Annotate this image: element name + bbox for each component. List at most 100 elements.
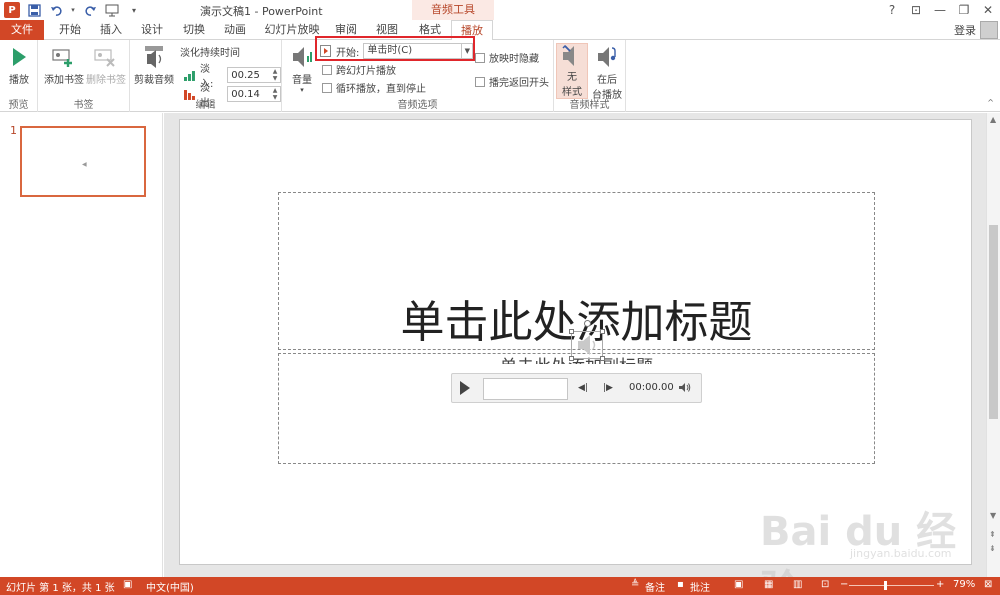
subtitle-placeholder[interactable]: 单击此处添加副标题 xyxy=(278,353,875,464)
play-button[interactable]: 播放 xyxy=(4,43,34,86)
player-volume-icon[interactable] xyxy=(678,382,691,396)
language-status[interactable]: 中文(中国) xyxy=(146,579,194,594)
zoom-level[interactable]: 79% xyxy=(953,579,975,590)
play-across-slides-label: 跨幻灯片播放 xyxy=(336,66,396,77)
group-label-audio-styles: 音频样式 xyxy=(569,100,610,111)
tab-design[interactable]: 设计 xyxy=(134,20,170,40)
slide-count-status: 幻灯片 第 1 张，共 1 张 xyxy=(6,583,115,594)
login-link[interactable]: 登录 xyxy=(954,22,976,38)
save-icon[interactable] xyxy=(26,2,42,18)
scrollbar-thumb[interactable] xyxy=(989,225,998,419)
scroll-up-icon[interactable]: ▲ xyxy=(990,115,996,124)
next-slide-icon[interactable]: ⇟ xyxy=(989,544,996,553)
zoom-slider-knob[interactable] xyxy=(884,581,887,590)
slide-sorter-icon[interactable]: ▦ xyxy=(764,579,773,590)
undo-dropdown-icon[interactable]: ▾ xyxy=(70,2,76,18)
quick-access-toolbar: P ▾ ▾ xyxy=(0,0,142,20)
rewind-label: 播完返回开头 xyxy=(489,78,549,89)
fit-slide-icon[interactable]: ⊠ xyxy=(984,579,992,590)
play-in-background-button[interactable]: 在后 台播放 xyxy=(590,43,624,101)
zoom-slider[interactable] xyxy=(849,585,934,586)
powerpoint-logo-icon[interactable]: P xyxy=(4,2,20,18)
add-bookmark-icon xyxy=(49,43,79,71)
fade-duration-title: 淡化持续时间 xyxy=(180,48,240,59)
resize-handle[interactable] xyxy=(600,329,605,334)
title-bar: P ▾ ▾ 演示文稿1 - PowerPoint 音频工具 ? ⊡ — ❐ ✕ xyxy=(0,0,1000,20)
window-title: 演示文稿1 - PowerPoint xyxy=(200,5,323,18)
tab-transitions[interactable]: 切换 xyxy=(176,20,212,40)
remove-bookmark-icon xyxy=(91,43,121,71)
player-rewind-icon[interactable]: ◀| xyxy=(578,383,588,393)
vertical-scrollbar[interactable]: ▲ ▼ ⇞ ⇟ xyxy=(986,113,1000,577)
tab-slideshow[interactable]: 幻灯片放映 xyxy=(262,20,322,40)
customize-qat-icon[interactable]: ▾ xyxy=(126,2,142,18)
resize-handle[interactable] xyxy=(569,356,574,361)
group-editing: 剪裁音频 淡化持续时间 淡入: 00.25 ▲ ▼ 淡出: 00.14 ▲ ▼ 编辑 xyxy=(130,40,282,112)
resize-handle[interactable] xyxy=(569,329,574,334)
redo-icon[interactable] xyxy=(82,2,98,18)
player-play-icon[interactable] xyxy=(459,380,473,398)
add-bookmark-button[interactable]: 添加书签 xyxy=(42,43,86,86)
group-preview: 播放 预览 xyxy=(0,40,38,112)
status-bar: 幻灯片 第 1 张，共 1 张 ▣ 中文(中国) ≜ 备注 ▪ 批注 ▣ ▦ ▥… xyxy=(0,577,1000,595)
title-placeholder[interactable]: 单击此处添加标题 xyxy=(278,192,875,350)
ribbon-tabs: 文件 开始 插入 设计 切换 动画 幻灯片放映 审阅 视图 格式 播放 登录 xyxy=(0,20,1000,41)
previous-slide-icon[interactable]: ⇞ xyxy=(989,530,996,539)
thumbnail-slide-number: 1 xyxy=(10,124,17,137)
rewind-row[interactable]: 播完返回开头 xyxy=(475,74,549,89)
volume-dropdown-icon: ▾ xyxy=(300,86,304,94)
resize-handle[interactable] xyxy=(600,356,605,361)
minimize-icon[interactable]: — xyxy=(928,0,952,20)
comments-icon[interactable]: ▪ xyxy=(677,579,684,590)
tab-home[interactable]: 开始 xyxy=(52,20,88,40)
tab-file[interactable]: 文件 xyxy=(0,20,44,40)
close-icon[interactable]: ✕ xyxy=(976,0,1000,20)
remove-bookmark-label: 删除书签 xyxy=(86,75,126,86)
avatar[interactable] xyxy=(980,21,998,39)
group-label-editing: 编辑 xyxy=(195,100,216,111)
speaker-icon xyxy=(578,335,596,355)
volume-button[interactable]: 音量 ▾ xyxy=(288,43,316,94)
hide-during-show-row[interactable]: 放映时隐藏 xyxy=(475,50,539,65)
thumbnail-audio-icon: ◀ xyxy=(82,161,87,168)
notes-icon[interactable]: ≜ xyxy=(631,579,639,590)
slide-thumbnail[interactable]: ◀ xyxy=(20,126,146,197)
slideshow-view-icon[interactable]: ⊡ xyxy=(821,579,829,590)
baidu-watermark: Bai du 经验 jingyan.baidu.com xyxy=(760,487,960,595)
tab-insert[interactable]: 插入 xyxy=(93,20,129,40)
restore-icon[interactable]: ❐ xyxy=(952,0,976,20)
group-label-bookmarks: 书签 xyxy=(73,100,94,111)
no-style-icon xyxy=(557,44,587,68)
undo-icon[interactable] xyxy=(48,2,64,18)
hide-during-show-checkbox[interactable] xyxy=(475,52,485,63)
spell-check-icon[interactable]: ▣ xyxy=(123,579,132,590)
play-across-slides-checkbox[interactable] xyxy=(322,64,332,75)
comments-button[interactable]: 批注 xyxy=(690,579,710,594)
rotate-handle[interactable] xyxy=(584,320,591,327)
loop-checkbox[interactable] xyxy=(322,82,332,93)
loop-label: 循环播放，直到停止 xyxy=(336,84,426,95)
ribbon-display-options-icon[interactable]: ⊡ xyxy=(904,0,928,20)
loop-row[interactable]: 循环播放，直到停止 xyxy=(322,80,426,95)
window-controls: ? ⊡ — ❐ ✕ xyxy=(880,0,1000,20)
notes-button[interactable]: 备注 xyxy=(645,579,665,594)
no-style-button[interactable]: 无 样式 xyxy=(556,43,588,99)
zoom-in-icon[interactable]: + xyxy=(936,579,944,590)
scroll-down-icon[interactable]: ▼ xyxy=(990,511,996,520)
rewind-checkbox[interactable] xyxy=(475,76,485,87)
play-button-label: 播放 xyxy=(9,75,29,86)
collapse-ribbon-icon[interactable]: ^ xyxy=(987,98,994,107)
slideshow-from-beginning-icon[interactable] xyxy=(104,2,120,18)
remove-bookmark-button[interactable]: 删除书签 xyxy=(86,43,126,86)
help-icon[interactable]: ? xyxy=(880,0,904,20)
zoom-out-icon[interactable]: − xyxy=(840,579,848,590)
play-across-slides-row[interactable]: 跨幻灯片播放 xyxy=(322,62,396,77)
player-forward-icon[interactable]: |▶ xyxy=(603,383,613,393)
audio-object[interactable] xyxy=(569,320,605,361)
trim-audio-button[interactable]: 剪裁音频 xyxy=(133,43,175,86)
audio-tools-context-label: 音频工具 xyxy=(412,0,494,20)
tab-animations[interactable]: 动画 xyxy=(217,20,253,40)
player-progress-bar[interactable] xyxy=(483,378,568,400)
normal-view-icon[interactable]: ▣ xyxy=(734,579,743,590)
reading-view-icon[interactable]: ▥ xyxy=(793,579,802,590)
